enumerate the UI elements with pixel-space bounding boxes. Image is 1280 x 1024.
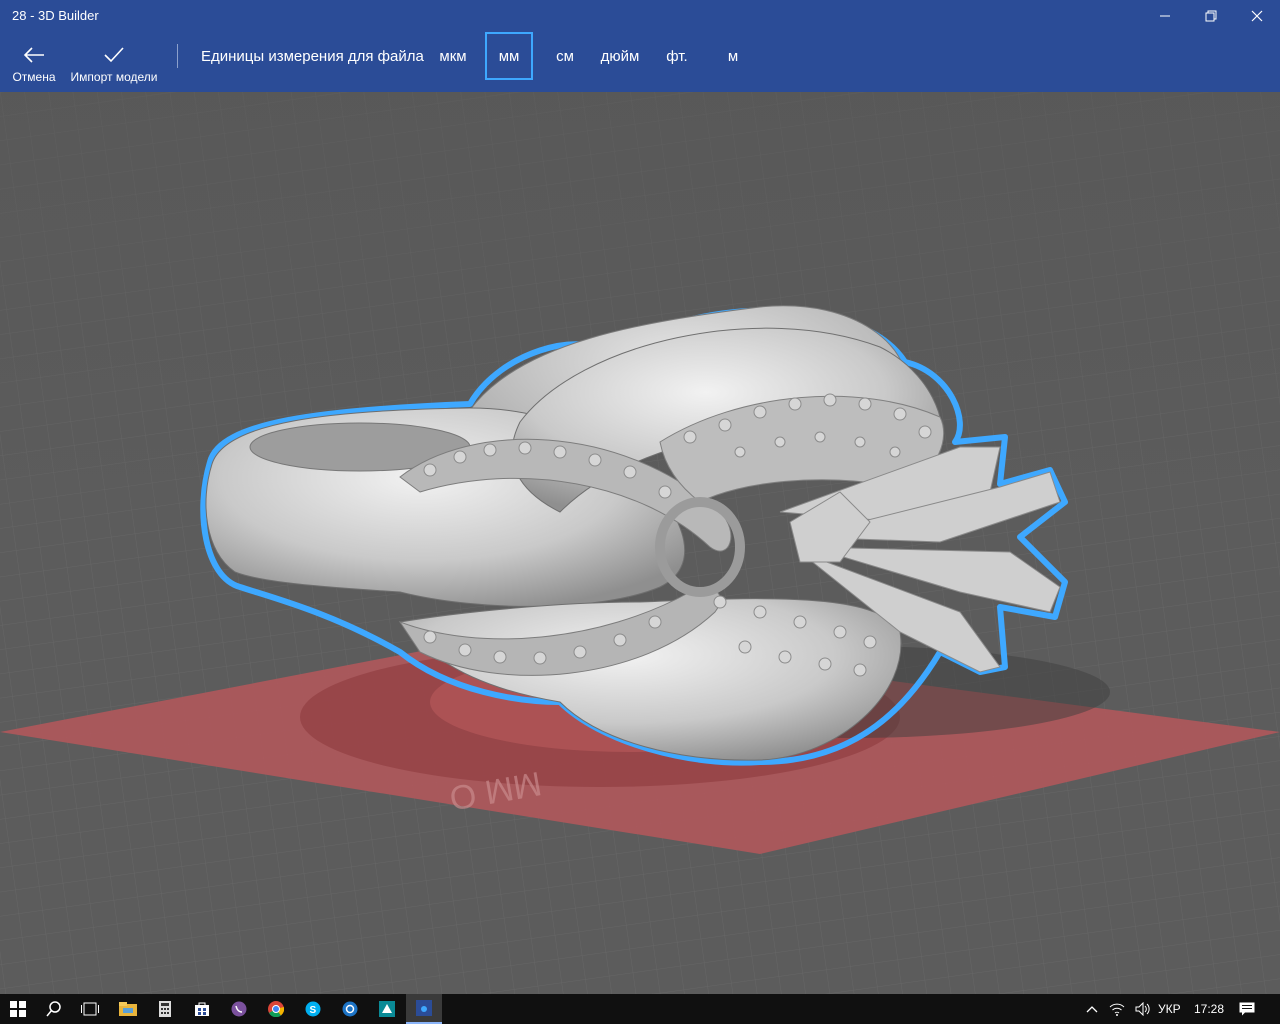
3d-builder-icon <box>379 1001 395 1017</box>
taskbar: S УКР 17:28 <box>0 994 1280 1024</box>
network-button[interactable] <box>1104 994 1130 1024</box>
restore-button[interactable] <box>1188 0 1234 32</box>
unit-option-inch[interactable]: дюйм <box>596 32 644 80</box>
file-explorer-icon <box>119 1002 137 1016</box>
close-button[interactable] <box>1234 0 1280 32</box>
import-model-button[interactable]: Импорт модели <box>66 32 162 92</box>
taskbar-chrome[interactable] <box>258 994 294 1024</box>
input-language[interactable]: УКР <box>1158 1002 1181 1016</box>
calculator-icon <box>159 1001 171 1017</box>
taskbar-store[interactable] <box>184 994 220 1024</box>
skype-icon: S <box>305 1001 321 1017</box>
store-icon <box>195 1002 209 1016</box>
chevron-up-icon <box>1086 1006 1098 1013</box>
cancel-label: Отмена <box>12 70 56 84</box>
minimize-button[interactable] <box>1142 0 1188 32</box>
checkmark-icon <box>103 44 125 66</box>
taskbar-settings-app[interactable] <box>332 994 368 1024</box>
unit-option-cm[interactable]: см <box>547 32 583 80</box>
back-arrow-icon <box>23 44 45 66</box>
notification-icon <box>1239 1002 1255 1016</box>
window-title: 28 - 3D Builder <box>12 8 99 23</box>
title-bar: 28 - 3D Builder <box>0 0 1280 32</box>
taskbar-file-explorer[interactable] <box>110 994 146 1024</box>
volume-button[interactable] <box>1130 994 1156 1024</box>
unit-option-um[interactable]: мкм <box>433 32 473 80</box>
taskbar-calculator[interactable] <box>147 994 183 1024</box>
viber-icon <box>231 1001 247 1017</box>
search-button[interactable] <box>36 994 72 1024</box>
settings-app-icon <box>342 1001 358 1017</box>
action-center-button[interactable] <box>1232 994 1262 1024</box>
task-view-icon <box>81 1002 99 1016</box>
wifi-icon <box>1109 1003 1125 1016</box>
speaker-icon <box>1135 1002 1150 1016</box>
taskbar-viber[interactable] <box>221 994 257 1024</box>
unit-option-mm[interactable]: мм <box>485 32 533 80</box>
task-view-button[interactable] <box>72 994 108 1024</box>
unit-option-m[interactable]: м <box>721 32 745 80</box>
unit-option-ft[interactable]: фт. <box>661 32 693 80</box>
taskbar-3d-builder[interactable] <box>369 994 405 1024</box>
taskbar-skype[interactable]: S <box>295 994 331 1024</box>
close-icon <box>1251 10 1263 22</box>
active-app-icon <box>416 1000 432 1016</box>
taskbar-active-app[interactable] <box>406 994 442 1024</box>
units-label: Единицы измерения для файла <box>201 48 424 65</box>
restore-icon <box>1205 10 1217 22</box>
svg-text:S: S <box>310 1005 317 1016</box>
start-button[interactable] <box>0 994 36 1024</box>
divider <box>177 44 178 68</box>
3d-viewport[interactable]: MM O <box>0 92 1280 994</box>
cancel-button[interactable]: Отмена <box>6 32 62 92</box>
search-icon <box>46 1001 61 1017</box>
import-model-label: Импорт модели <box>70 70 158 84</box>
command-bar: Отмена Импорт модели Единицы измерения д… <box>0 32 1280 92</box>
chrome-icon <box>268 1001 284 1017</box>
minimize-icon <box>1160 15 1170 17</box>
start-icon <box>10 1001 26 1017</box>
tray-overflow-button[interactable] <box>1080 994 1104 1024</box>
clock[interactable]: 17:28 <box>1194 1002 1224 1016</box>
